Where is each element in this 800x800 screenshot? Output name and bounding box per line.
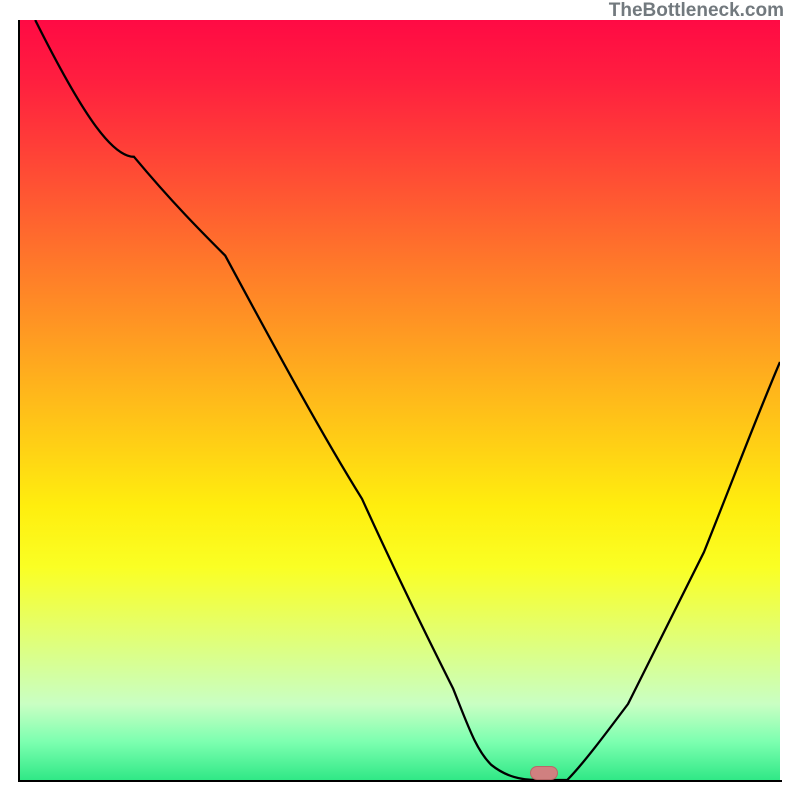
attribution-text: TheBottleneck.com: [609, 0, 784, 22]
plot-area: [20, 20, 780, 780]
chart-container: TheBottleneck.com: [0, 0, 800, 800]
optimal-point-marker: [530, 766, 558, 780]
bottleneck-curve: [35, 20, 780, 780]
y-axis: [18, 20, 20, 782]
curve-layer: [20, 20, 780, 780]
x-axis: [18, 780, 782, 782]
